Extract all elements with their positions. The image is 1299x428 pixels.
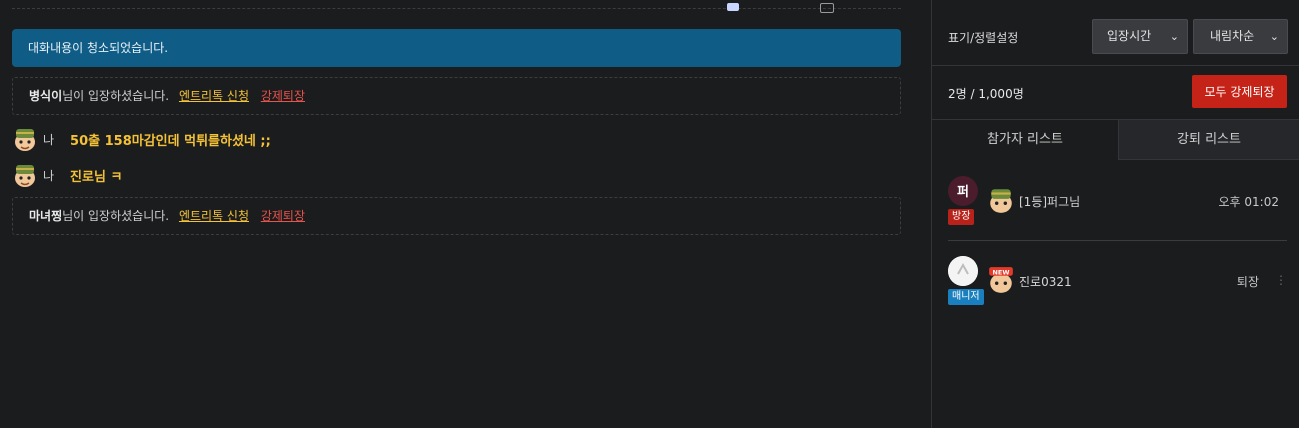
order-select[interactable]: 내림차순 ⌄	[1193, 19, 1288, 54]
svg-text:NEW: NEW	[993, 269, 1010, 277]
participant-name: [1등]퍼그님	[1019, 195, 1081, 209]
participant-count: 2명 / 1,000명	[948, 87, 1024, 101]
profile-avatar[interactable]	[948, 256, 978, 286]
avatar-icon[interactable]	[12, 162, 38, 188]
participant-count-row: 2명 / 1,000명 모두 강제퇴장	[932, 66, 1299, 120]
kick-action[interactable]: 퇴장	[1237, 273, 1259, 290]
level-avatar-icon	[990, 189, 1012, 213]
new-user-avatar-icon: NEW	[989, 267, 1013, 293]
role-badge: 방장	[948, 209, 975, 225]
display-setting-label: 표기/정렬설정	[948, 31, 1019, 45]
kick-link[interactable]: 강제퇴장	[261, 89, 305, 103]
role-badge: 매니저	[948, 289, 984, 305]
entry-talk-request-link[interactable]: 엔트리톡 신청	[179, 89, 249, 103]
kick-all-button[interactable]: 모두 강제퇴장	[1192, 75, 1287, 108]
chat-message: 나 진로님 ㅋ	[12, 162, 122, 188]
chevron-down-icon: ⌄	[1169, 30, 1179, 43]
sender-name: 나	[43, 132, 55, 147]
display-settings-row: 표기/정렬설정 입장시간 ⌄ 내림차순 ⌄	[932, 0, 1299, 66]
message-text: 진로님 ㅋ	[70, 169, 123, 185]
participant-row[interactable]: 퍼 방장 [1등]퍼그님 오후 01:02	[932, 170, 1299, 250]
chat-panel: 대화내용이 청소되었습니다. 병식이님이 입장하셨습니다. 엔트리톡 신청 강제…	[0, 0, 931, 428]
entry-time: 오후 01:02	[1218, 195, 1279, 209]
system-message: 마녀찡님이 입장하셨습니다. 엔트리톡 신청 강제퇴장	[12, 197, 901, 235]
svg-text:퍼: 퍼	[957, 185, 969, 200]
row-divider	[948, 240, 1287, 241]
entry-talk-request-link[interactable]: 엔트리톡 신청	[179, 209, 249, 223]
participant-sidebar: 표기/정렬설정 입장시간 ⌄ 내림차순 ⌄ 2명 / 1,000명 모두 강제퇴…	[931, 0, 1299, 428]
entered-user-name: 마녀찡	[29, 209, 63, 223]
checkbox-icon[interactable]	[820, 3, 834, 13]
tab-participant-list[interactable]: 참가자 리스트	[932, 120, 1118, 160]
participant-row[interactable]: 매니저 NEW 진로0321 퇴장 ⋮	[932, 250, 1299, 330]
pug-logo-icon: 퍼	[948, 176, 978, 206]
system-message: 병식이님이 입장하셨습니다. 엔트리톡 신청 강제퇴장	[12, 77, 901, 115]
chevron-down-icon: ⌄	[1269, 30, 1279, 43]
chat-message: 나 50출 158마감인데 먹튀를하셨네 ;;	[12, 126, 271, 152]
list-tabs: 참가자 리스트 강퇴 리스트	[932, 120, 1299, 160]
avatar-icon[interactable]	[12, 126, 38, 152]
top-divider	[12, 3, 901, 13]
sort-select[interactable]: 입장시간 ⌄	[1092, 19, 1188, 54]
tab-kick-list[interactable]: 강퇴 리스트	[1118, 120, 1299, 160]
message-text: 50출 158마감인데 먹튀를하셨네 ;;	[70, 133, 271, 149]
kick-link[interactable]: 강제퇴장	[261, 209, 305, 223]
more-options-icon[interactable]: ⋮	[1275, 273, 1287, 287]
checkbox-icon[interactable]	[727, 3, 739, 11]
participant-name: 진로0321	[1019, 275, 1072, 289]
entered-user-name: 병식이	[29, 89, 63, 103]
default-profile-icon	[948, 256, 978, 286]
chat-cleared-notice: 대화내용이 청소되었습니다.	[12, 29, 901, 67]
profile-avatar[interactable]: 퍼	[948, 176, 978, 206]
sender-name: 나	[43, 168, 55, 183]
